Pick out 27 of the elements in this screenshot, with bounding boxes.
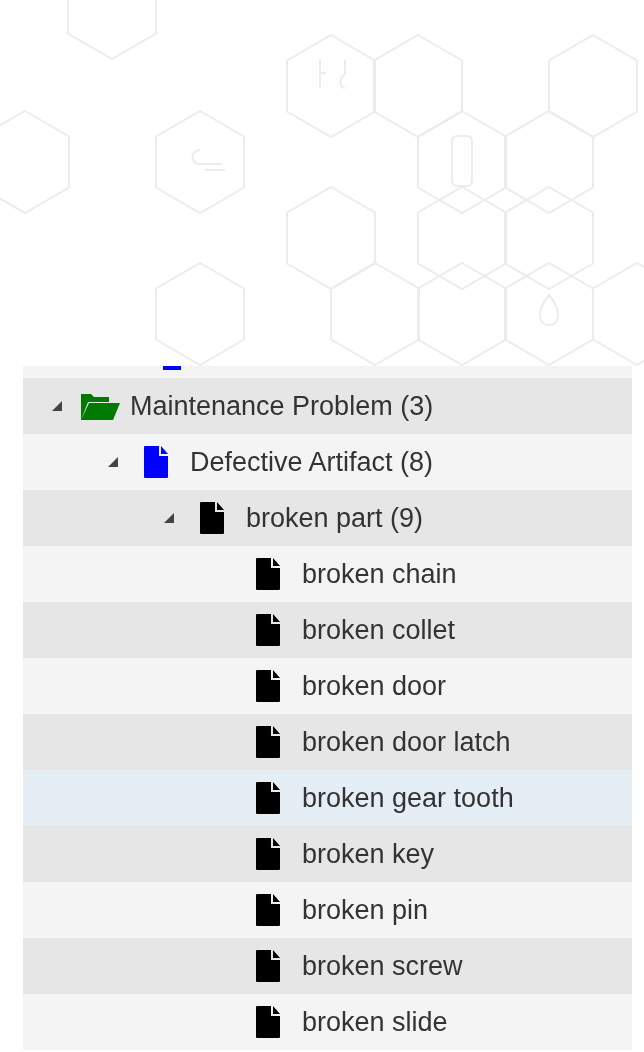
tree-row[interactable]: broken door <box>23 658 632 714</box>
expand-toggle-icon[interactable] <box>52 400 63 412</box>
tree-item-label: broken screw <box>302 950 463 982</box>
tree-item-label: broken door <box>302 670 447 702</box>
expand-toggle-icon[interactable] <box>108 456 119 468</box>
tree-row[interactable]: broken screw <box>23 938 632 994</box>
tree-item-label: broken pin <box>302 894 429 926</box>
expand-toggle-icon[interactable] <box>164 512 175 524</box>
tree-item-label: broken chain <box>302 558 457 590</box>
tree-item-label: broken collet <box>302 614 456 646</box>
tree-item-label: Maintenance Problem (3) <box>130 390 434 422</box>
tree-row[interactable]: Maintenance Problem (3) <box>23 378 632 434</box>
tree-item-label: broken door latch <box>302 726 511 758</box>
tree-row[interactable]: broken gear tooth <box>23 770 632 826</box>
tree-item-label: broken slide <box>302 1006 448 1038</box>
tree-item-label: broken part (9) <box>246 502 424 534</box>
tree-row[interactable]: broken key <box>23 826 632 882</box>
tree-item-label: Defective Artifact (8) <box>190 446 434 478</box>
tree-row[interactable]: broken slide <box>23 994 632 1050</box>
tree-row[interactable]: broken pin <box>23 882 632 938</box>
tree-row[interactable]: broken chain <box>23 546 632 602</box>
tree-row[interactable]: broken collet <box>23 602 632 658</box>
tree-item-label: broken key <box>302 838 435 870</box>
tree-item-label: broken gear tooth <box>302 782 514 814</box>
tree-row[interactable]: Defective Artifact (8) <box>23 434 632 490</box>
tree-row[interactable]: broken door latch <box>23 714 632 770</box>
tree-row[interactable]: broken part (9) <box>23 490 632 546</box>
